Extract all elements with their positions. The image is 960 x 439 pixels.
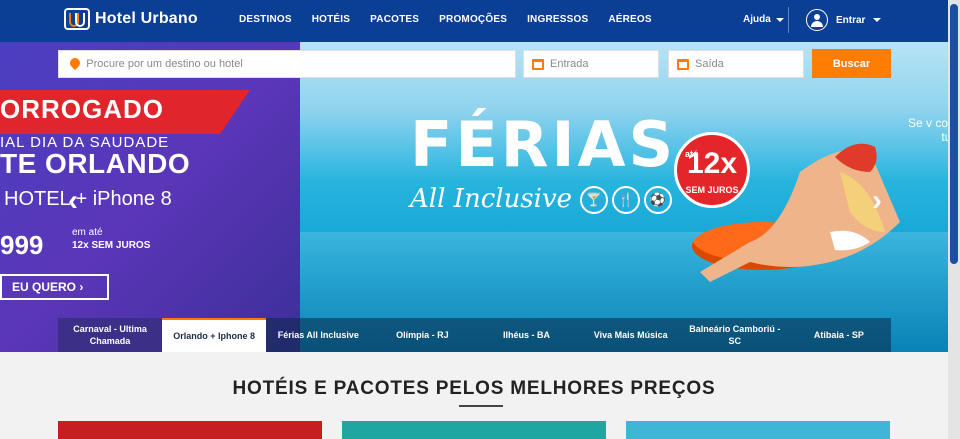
badge-suffix: SEM JUROS — [685, 185, 739, 195]
user-icon — [806, 9, 828, 31]
slide-main-subtitle: All Inclusive — [410, 184, 573, 214]
slide-ferias[interactable]: FÉRIAS All Inclusive 🍸 🍴 ⚽ até 12x SEM J… — [300, 42, 948, 352]
carousel-tab-ilheus[interactable]: Ilhéus - BA — [475, 318, 579, 352]
logo-icon — [64, 8, 90, 30]
carousel-prev-arrow-icon[interactable]: ‹ — [68, 184, 78, 218]
carousel-tab-balneario[interactable]: Balneário Camboriú - SC — [683, 318, 787, 352]
header-divider — [788, 7, 789, 33]
main-nav: DESTINOS HOTÉIS PACOTES PROMOÇÕES INGRES… — [239, 14, 672, 25]
slide-installments: em até 12x SEM JUROS — [72, 226, 150, 252]
nav-promocoes[interactable]: PROMOÇÕES — [439, 14, 507, 25]
installments-line2: 12x SEM JUROS — [72, 240, 151, 251]
chevron-down-icon — [873, 18, 882, 22]
carousel-next-arrow-icon[interactable]: › — [872, 184, 882, 218]
help-label: Ajuda — [743, 14, 771, 25]
destination-input[interactable] — [86, 58, 515, 70]
checkout-input[interactable] — [695, 58, 803, 70]
carousel-tab-viva-mais-musica[interactable]: Viva Mais Música — [579, 318, 683, 352]
slide-main-title: FÉRIAS — [410, 108, 677, 181]
installments-badge: até 12x SEM JUROS — [674, 132, 750, 208]
next-slide-peek-text: Se v com tud — [907, 116, 948, 144]
installments-line1: em até — [72, 227, 103, 238]
help-menu[interactable]: Ajuda — [743, 14, 784, 25]
eu-quero-button[interactable]: EU QUERO › — [0, 274, 109, 300]
drink-icon: 🍸 — [580, 186, 608, 214]
top-navbar: Hotel Urbano DESTINOS HOTÉIS PACOTES PRO… — [0, 0, 948, 42]
calendar-icon — [677, 58, 689, 70]
page: Hotel Urbano DESTINOS HOTÉIS PACOTES PRO… — [0, 0, 960, 439]
badge-value: 12x — [686, 147, 738, 180]
section-title: HOTÉIS E PACOTES PELOS MELHORES PREÇOS — [232, 378, 716, 399]
nav-hoteis[interactable]: HOTÉIS — [312, 14, 350, 25]
nav-pacotes[interactable]: PACOTES — [370, 14, 419, 25]
location-pin-icon — [69, 58, 80, 70]
section-underline — [459, 405, 503, 407]
slide-orlando[interactable]: ORROGADO IAL DIA DA SAUDADE TE ORLANDO H… — [0, 42, 300, 352]
chevron-down-icon — [775, 17, 784, 22]
scrollbar-thumb[interactable] — [950, 4, 958, 264]
checkout-field[interactable] — [668, 50, 804, 78]
page-scrollbar[interactable] — [948, 0, 960, 439]
calendar-icon — [532, 58, 544, 70]
carousel-tab-carnaval[interactable]: Carnaval - Ultima Chamada — [58, 318, 163, 352]
carousel-tabs: Carnaval - Ultima Chamada Orlando + Ipho… — [58, 318, 891, 352]
nav-ingressos[interactable]: INGRESSOS — [527, 14, 588, 25]
deal-card[interactable] — [58, 421, 322, 439]
cutlery-icon: 🍴 — [612, 186, 640, 214]
checkin-field[interactable] — [523, 50, 659, 78]
slide-headline: ORROGADO — [0, 94, 164, 124]
carousel-tab-olimpia[interactable]: Olímpia - RJ — [370, 318, 474, 352]
carousel-tab-atibaia[interactable]: Atibaia - SP — [787, 318, 891, 352]
deal-card[interactable] — [342, 421, 606, 439]
slide-title: TE ORLANDO — [0, 148, 191, 179]
slide-offer: HOTEL + iPhone 8 — [4, 188, 172, 210]
deal-card[interactable] — [626, 421, 890, 439]
logo[interactable]: Hotel Urbano — [64, 8, 198, 30]
hero-carousel: ORROGADO IAL DIA DA SAUDADE TE ORLANDO H… — [0, 42, 948, 352]
nav-aereos[interactable]: AÉREOS — [608, 14, 651, 25]
carousel-tab-orlando[interactable]: Orlando + Iphone 8 — [162, 318, 267, 352]
search-button[interactable]: Buscar — [812, 49, 891, 78]
checkin-input[interactable] — [550, 58, 658, 70]
login-label: Entrar — [836, 14, 866, 26]
cta-label: EU QUERO — [12, 280, 77, 294]
logo-text: Hotel Urbano — [95, 10, 198, 27]
nav-destinos[interactable]: DESTINOS — [239, 14, 292, 25]
destination-search-field[interactable] — [58, 50, 516, 78]
login-menu[interactable]: Entrar — [806, 9, 882, 31]
slide-price: 999 — [0, 230, 44, 260]
carousel-tab-ferias[interactable]: Férias All Inclusive — [266, 318, 370, 352]
